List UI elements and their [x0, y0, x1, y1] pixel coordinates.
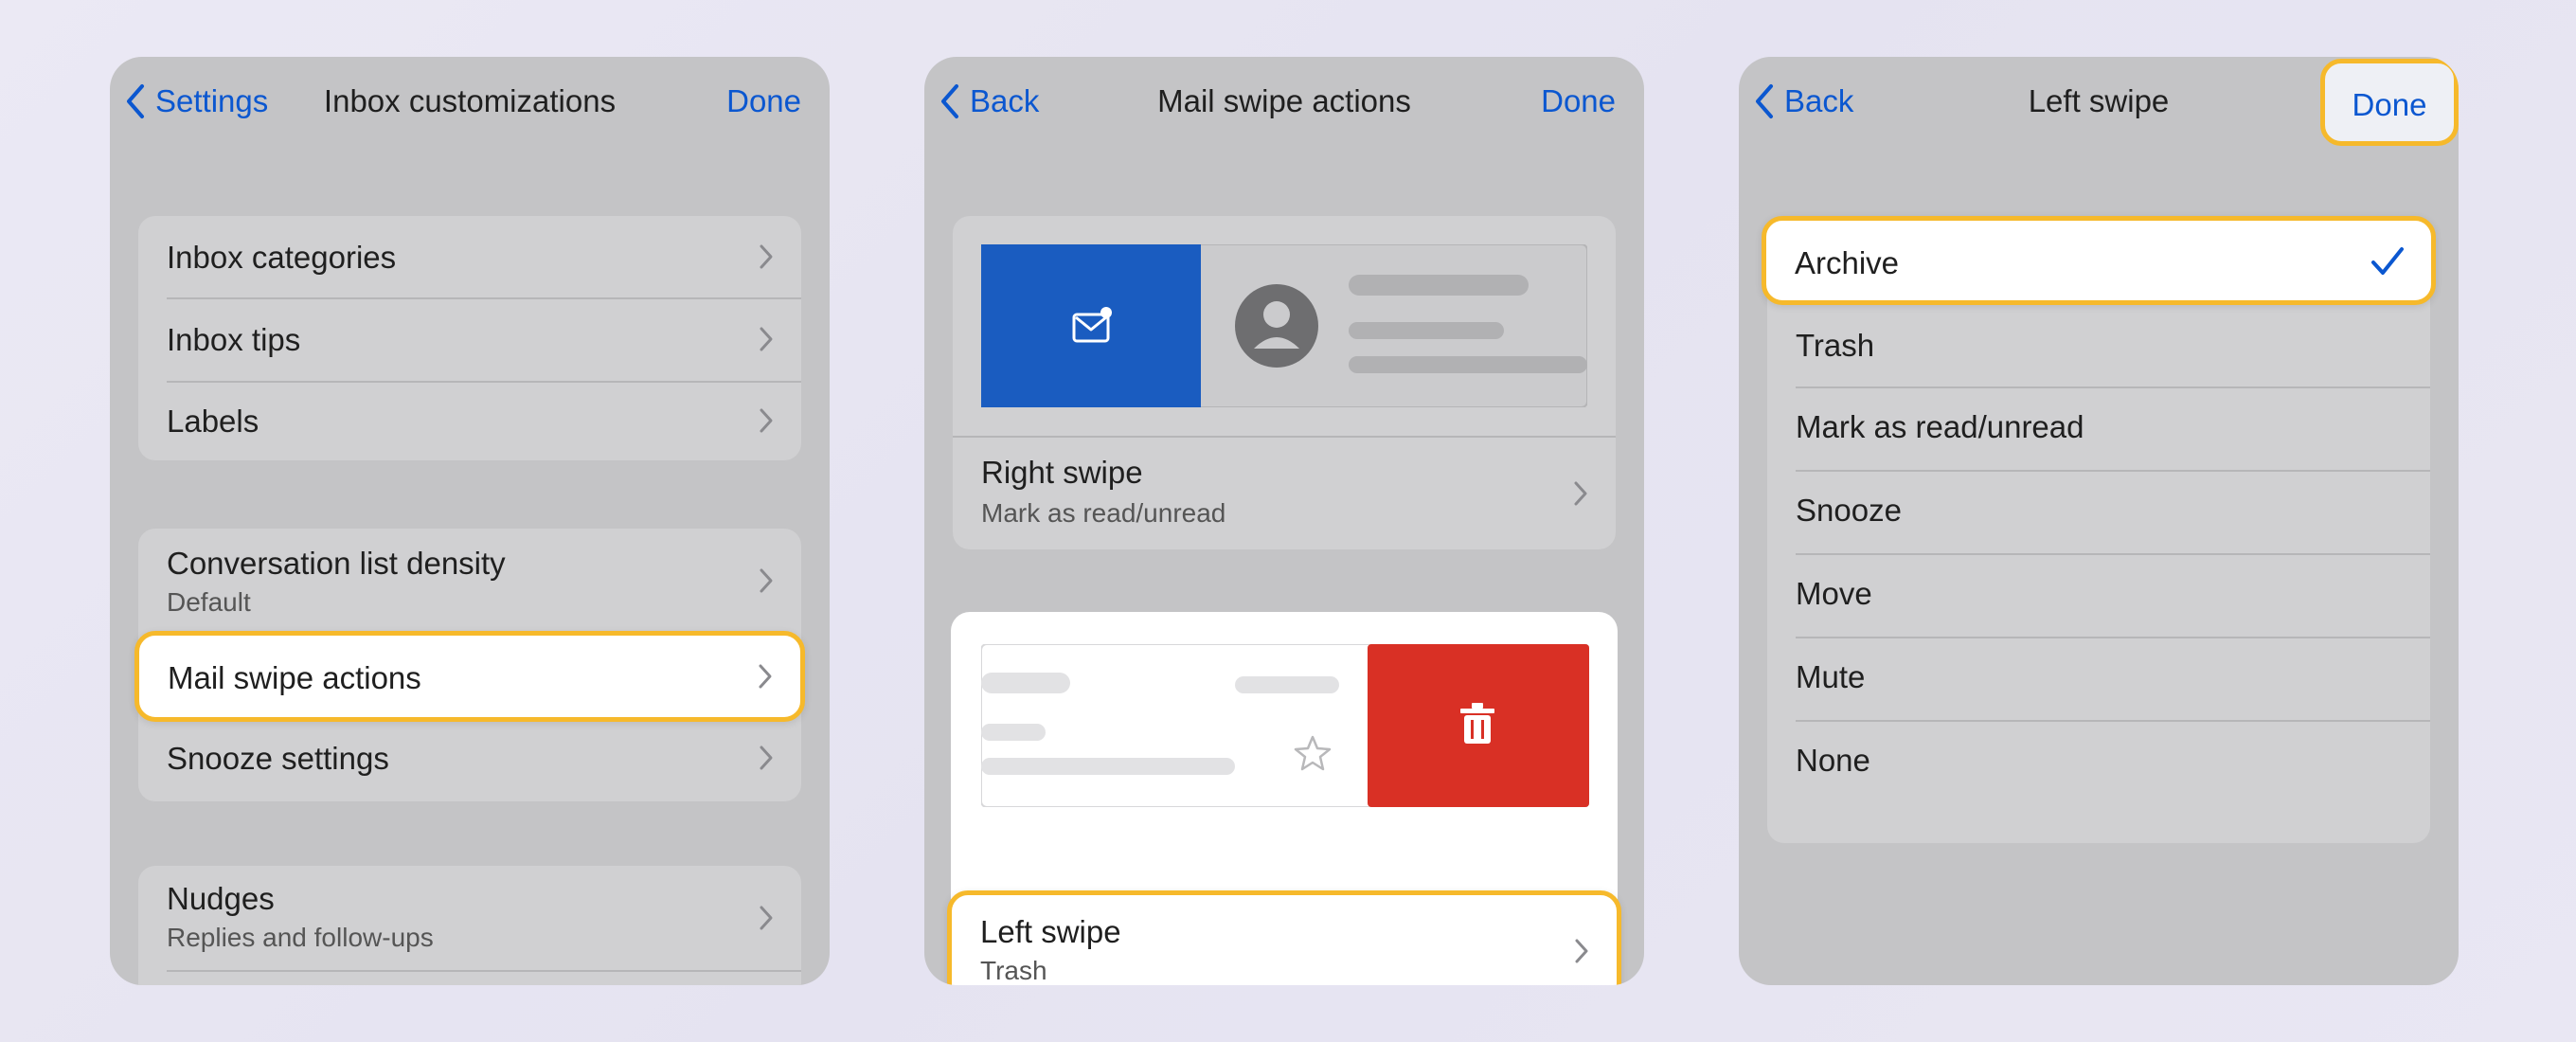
row-label: Inbox tips: [167, 322, 301, 357]
chevron-right-icon: [1575, 939, 1588, 963]
row-label: Conversation list density: [167, 546, 506, 581]
chevron-right-icon: [1574, 481, 1587, 506]
left-swipe-row[interactable]: Left swipe Trash: [947, 890, 1621, 985]
nudges-row[interactable]: Nudges Replies and follow-ups: [138, 866, 801, 970]
nav-bar: Settings Inbox customizations Done: [110, 57, 830, 146]
checkmark-icon: [2371, 247, 2404, 275]
option-none[interactable]: None: [1767, 722, 2430, 803]
row-label: Inbox categories: [167, 240, 397, 275]
left-swipe-screen: Back Left swipe Done Trash Mark as read/…: [1739, 57, 2459, 985]
mail-swipe-actions-screen: Back Mail swipe actions Done Right swipe…: [924, 57, 1644, 985]
right-swipe-row[interactable]: Right swipe Mark as read/unread: [953, 438, 1616, 549]
row-label: Nudges: [167, 881, 275, 916]
right-swipe-preview: [981, 244, 1587, 407]
done-button[interactable]: Done: [2320, 59, 2459, 146]
option-mark-read-unread[interactable]: Mark as read/unread: [1767, 388, 2430, 470]
placeholder-line: [1349, 356, 1587, 373]
row-value: Replies and follow-ups: [167, 923, 434, 952]
trash-icon: [1460, 703, 1494, 744]
option-archive[interactable]: Archive: [1762, 216, 2436, 305]
placeholder-line: [1235, 676, 1339, 693]
left-swipe-preview: [981, 644, 1589, 807]
placeholder-line: [1349, 275, 1529, 296]
swipe-options-list: Trash Mark as read/unread Snooze Move Mu…: [1767, 216, 2430, 843]
row-value: Default: [167, 587, 251, 617]
right-swipe-card: Right swipe Mark as read/unread: [953, 216, 1616, 549]
page-title: Mail swipe actions: [1157, 83, 1411, 118]
nudges-group: Nudges Replies and follow-ups: [138, 866, 801, 985]
divider: [167, 970, 801, 972]
snooze-settings-row[interactable]: Snooze settings: [138, 718, 801, 801]
labels-row[interactable]: Labels: [138, 383, 801, 460]
done-button[interactable]: Done: [1541, 78, 1616, 125]
mail-swipe-actions-row[interactable]: Mail swipe actions: [134, 631, 805, 722]
option-label: Mark as read/unread: [1796, 409, 2084, 444]
placeholder-line: [1349, 322, 1504, 339]
placeholder-line: [981, 673, 1070, 693]
inbox-customizations-screen: Settings Inbox customizations Done Inbox…: [110, 57, 830, 985]
option-mute[interactable]: Mute: [1767, 638, 2430, 720]
row-label: Labels: [167, 404, 259, 439]
conversation-density-row[interactable]: Conversation list density Default: [138, 529, 801, 633]
inbox-settings-group: Inbox categories Inbox tips Labels: [138, 216, 801, 460]
nav-bar: Back Mail swipe actions Done: [924, 57, 1644, 146]
option-snooze[interactable]: Snooze: [1767, 472, 2430, 553]
row-label: Mail swipe actions: [168, 660, 421, 695]
row-label: Snooze settings: [167, 741, 389, 776]
chevron-right-icon: [760, 327, 773, 351]
inbox-categories-row[interactable]: Inbox categories: [138, 216, 801, 297]
chevron-right-icon: [760, 244, 773, 269]
done-button[interactable]: Done: [726, 78, 801, 125]
option-label: Snooze: [1796, 493, 1902, 528]
avatar-icon: [1235, 284, 1318, 368]
mark-read-action-background: [981, 244, 1201, 407]
row-value: Trash: [980, 956, 1047, 985]
chevron-right-icon: [759, 664, 772, 689]
option-label: Archive: [1795, 245, 1900, 280]
option-trash[interactable]: Trash: [1767, 305, 2430, 386]
inbox-tips-row[interactable]: Inbox tips: [138, 299, 801, 381]
row-value: Mark as read/unread: [981, 498, 1226, 528]
page-title: Inbox customizations: [323, 83, 617, 118]
chevron-right-icon: [760, 906, 773, 930]
option-label: None: [1796, 743, 1870, 778]
option-label: Mute: [1796, 659, 1866, 694]
row-label: Left swipe: [980, 914, 1121, 949]
chevron-right-icon: [760, 746, 773, 770]
chevron-right-icon: [760, 408, 773, 433]
row-label: Right swipe: [981, 455, 1143, 490]
chevron-right-icon: [760, 568, 773, 593]
placeholder-line: [981, 758, 1235, 775]
option-move[interactable]: Move: [1767, 555, 2430, 637]
option-label: Trash: [1796, 328, 1875, 363]
option-label: Move: [1796, 576, 1872, 611]
nav-bar: Back Left swipe Done: [1739, 57, 2459, 146]
placeholder-line: [981, 724, 1046, 741]
